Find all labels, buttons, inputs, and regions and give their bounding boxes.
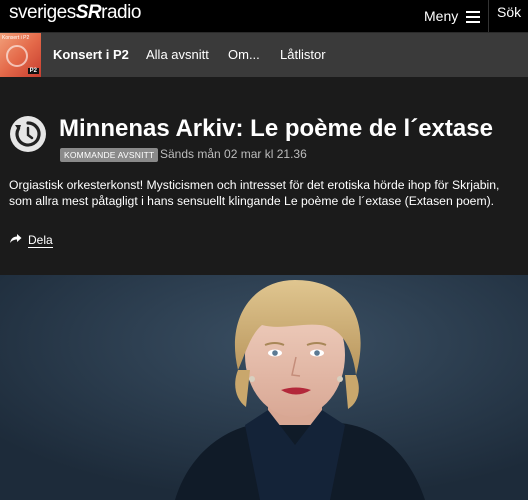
header-divider [488, 0, 489, 32]
share-arrow-icon [9, 231, 22, 249]
sveriges-radio-logo[interactable]: sverigesSRradio [9, 2, 141, 28]
tab-latlistor[interactable]: Låtlistor [280, 33, 326, 77]
tab-alla-avsnitt[interactable]: Alla avsnitt [146, 33, 209, 77]
logo-mark-sr: SR [75, 2, 102, 23]
air-time: Sänds mån 02 mar kl 21.36 [160, 147, 307, 161]
thumbnail-text: Konsert i P2 [2, 35, 30, 41]
top-bar: sverigesSRradio Meny Sök [0, 0, 528, 33]
episode-description: Orgiastisk orkesterkonst! Mysticismen oc… [9, 178, 500, 208]
upcoming-episode-badge: KOMMANDE AVSNITT [60, 148, 159, 162]
portrait-illustration [0, 275, 528, 500]
logo-text-radio: radio [101, 2, 141, 23]
episode-hero-image [0, 275, 528, 500]
program-nav: Konsert i P2 P2 Konsert i P2 Alla avsnit… [0, 33, 528, 77]
p2-badge: P2 [27, 68, 39, 74]
tab-om[interactable]: Om... [228, 33, 260, 77]
program-thumbnail[interactable]: Konsert i P2 P2 [0, 33, 41, 77]
share-button[interactable]: Dela [9, 231, 53, 249]
search-button[interactable]: Sök [497, 0, 521, 32]
hamburger-icon [466, 10, 481, 23]
logo-text-sveriges: sveriges [9, 2, 76, 23]
share-label: Dela [28, 232, 53, 248]
thumbnail-graphic [6, 45, 28, 67]
replay-icon[interactable] [10, 116, 46, 152]
episode-title: Minnenas Arkiv: Le poème de l´extase [59, 115, 493, 142]
menu-button[interactable]: Meny [424, 0, 484, 32]
menu-label: Meny [424, 8, 459, 24]
tab-konsert-i-p2[interactable]: Konsert i P2 [53, 33, 129, 77]
